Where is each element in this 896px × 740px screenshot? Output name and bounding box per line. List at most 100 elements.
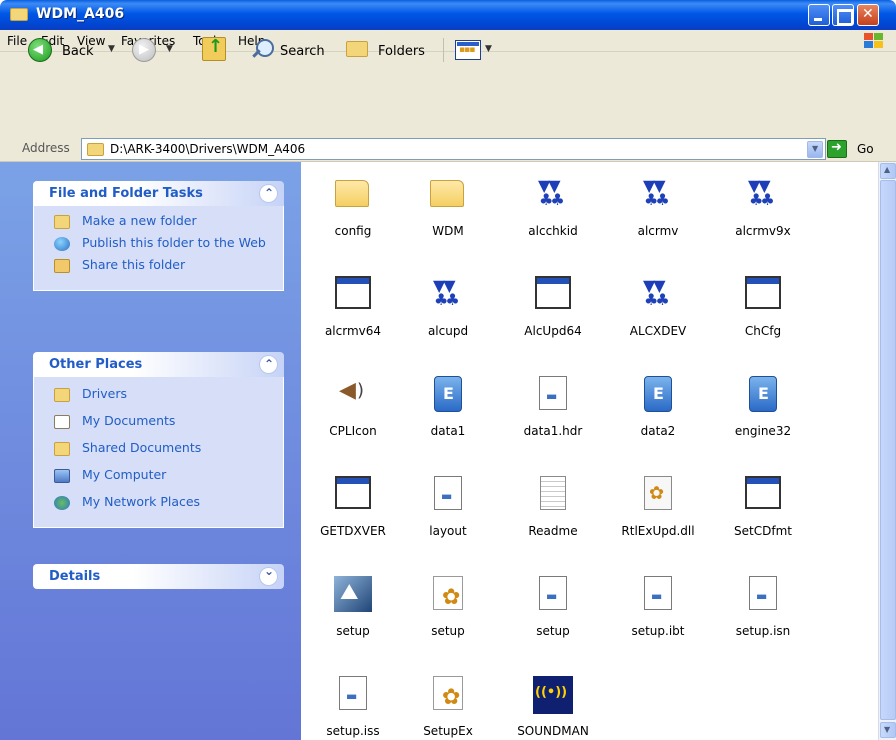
file-item[interactable]: WDM [396,166,500,250]
file-item[interactable]: setup [396,566,500,650]
file-item[interactable]: data2 [606,366,710,450]
minimize-button[interactable] [808,4,830,26]
file-item[interactable]: data1.hdr [501,366,605,450]
file-name[interactable]: setup [301,624,405,638]
panel-title[interactable]: Other Places [49,357,142,372]
panel-header[interactable]: Other Places [33,352,284,377]
task-make-new-folder[interactable]: Make a new folder [34,214,283,236]
file-item[interactable]: ALCXDEV [606,266,710,350]
file-item[interactable]: Readme [501,466,605,550]
search-button[interactable]: Search [280,44,325,59]
document-icon[interactable] [539,576,567,610]
place-my-documents[interactable]: My Documents [34,414,283,441]
panel-title[interactable]: Details [49,569,100,584]
file-item[interactable]: engine32 [711,366,815,450]
application-window-icon[interactable] [745,276,781,309]
file-name[interactable]: alcupd [396,324,500,338]
document-icon[interactable] [644,576,672,610]
file-name[interactable]: setup [396,624,500,638]
document-icon[interactable] [339,676,367,710]
application-window-icon[interactable] [335,476,371,509]
file-item[interactable]: setup.ibt [606,566,710,650]
task-label[interactable]: Publish this folder to the Web [82,235,266,250]
file-name[interactable]: data1.hdr [501,424,605,438]
back-dropdown-icon[interactable]: ▼ [108,44,115,54]
file-item[interactable]: alcupd [396,266,500,350]
panel-header[interactable]: File and Folder Tasks [33,181,284,206]
file-name[interactable]: SetCDfmt [711,524,815,538]
file-item[interactable]: CPLIcon [301,366,405,450]
task-label[interactable]: Share this folder [82,257,185,272]
file-name[interactable]: layout [396,524,500,538]
setup-image-icon[interactable] [334,576,372,612]
file-item[interactable]: layout [396,466,500,550]
place-label[interactable]: Drivers [82,386,127,401]
file-item[interactable]: SetCDfmt [711,466,815,550]
file-name[interactable]: alcrmv64 [301,324,405,338]
file-name[interactable]: data1 [396,424,500,438]
expand-icon[interactable] [259,564,278,586]
file-name[interactable]: RtlExUpd.dll [606,524,710,538]
file-name[interactable]: alcchkid [501,224,605,238]
file-item[interactable]: SetupEx [396,666,500,740]
menu-file[interactable]: File [7,34,27,48]
file-name[interactable]: alcrmv [606,224,710,238]
file-name[interactable]: engine32 [711,424,815,438]
up-folder-icon[interactable] [202,36,226,61]
collapse-icon[interactable] [259,184,278,203]
file-item[interactable]: RtlExUpd.dll [606,466,710,550]
address-input[interactable]: D:\ARK-3400\Drivers\WDM_A406 [81,138,826,160]
file-name[interactable]: data2 [606,424,710,438]
views-dropdown-icon[interactable]: ▼ [485,44,492,54]
file-item[interactable]: setup.iss [301,666,405,740]
file-name[interactable]: GETDXVER [301,524,405,538]
realtek-crab-icon[interactable] [535,176,571,212]
place-my-network-places[interactable]: My Network Places [34,495,283,515]
file-item[interactable]: GETDXVER [301,466,405,550]
file-item[interactable]: config [301,166,405,250]
application-window-icon[interactable] [535,276,571,309]
file-name[interactable]: ALCXDEV [606,324,710,338]
collapse-icon[interactable] [259,355,278,374]
address-dropdown-button[interactable] [807,141,823,158]
folder-icon[interactable] [430,180,464,207]
scroll-down-button[interactable] [880,722,896,738]
cabinet-icon[interactable] [644,376,672,412]
search-icon[interactable] [251,38,274,60]
folders-button[interactable]: Folders [378,44,425,59]
place-label[interactable]: Shared Documents [82,440,201,455]
panel-title[interactable]: File and Folder Tasks [49,186,203,201]
realtek-crab-icon[interactable] [640,276,676,312]
setup-exe-icon[interactable] [433,576,463,610]
views-icon[interactable] [455,40,481,60]
realtek-crab-icon[interactable] [640,176,676,212]
file-name[interactable]: setup.iss [301,724,405,738]
back-button[interactable] [28,38,52,62]
application-window-icon[interactable] [335,276,371,309]
file-name[interactable]: SOUNDMAN [501,724,605,738]
place-shared-documents[interactable]: Shared Documents [34,441,283,468]
file-name[interactable]: config [301,224,405,238]
sound-manager-icon[interactable] [533,676,573,714]
document-icon[interactable] [749,576,777,610]
cabinet-icon[interactable] [749,376,777,412]
file-name[interactable]: CPLIcon [301,424,405,438]
place-drivers[interactable]: Drivers [34,387,283,414]
file-name[interactable]: setup.isn [711,624,815,638]
back-label[interactable]: Back [62,44,94,59]
file-item[interactable]: ChCfg [711,266,815,350]
file-list-view[interactable]: configWDMalcchkidalcrmvalcrmv9x alcrmv64a… [301,162,878,740]
folder-icon[interactable] [335,180,369,207]
file-item[interactable]: alcrmv [606,166,710,250]
realtek-crab-icon[interactable] [430,276,466,312]
dll-gear-icon[interactable] [644,476,672,510]
document-icon[interactable] [539,376,567,410]
text-file-icon[interactable] [540,476,566,510]
maximize-button[interactable] [832,4,854,26]
vertical-scrollbar[interactable] [878,162,896,740]
file-item[interactable]: AlcUpd64 [501,266,605,350]
close-button[interactable] [857,4,879,26]
file-name[interactable]: AlcUpd64 [501,324,605,338]
file-name[interactable]: alcrmv9x [711,224,815,238]
file-name[interactable]: ChCfg [711,324,815,338]
